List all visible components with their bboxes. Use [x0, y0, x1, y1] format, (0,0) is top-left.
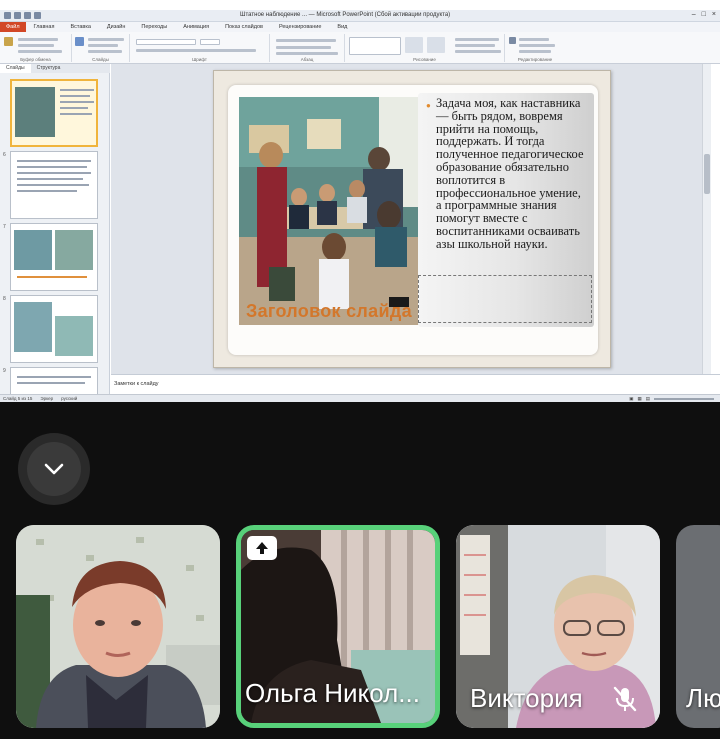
participant-tile[interactable] [16, 525, 220, 728]
screen-share-indicator [247, 536, 277, 560]
thumbnail-photo [14, 230, 52, 270]
ribbon-group-clipboard: Буфер обмена [0, 34, 72, 62]
participant-name: Лю [686, 683, 720, 713]
window-controls[interactable]: – □ × [692, 11, 716, 18]
notes-placeholder: Заметки к слайду [114, 381, 159, 387]
tab-view[interactable]: Вид [329, 24, 355, 30]
slide-thumbnail[interactable]: 7 [3, 223, 98, 291]
theme-name: Эркер [40, 396, 54, 401]
current-slide[interactable]: ● Задача моя, как наставника — быть рядо… [213, 70, 611, 368]
thumbnail-photo [14, 302, 52, 352]
ribbon-group-font: Шрифт [130, 34, 270, 62]
ribbon: Буфер обмена Слайды Шрифт Абзац Рисовани… [0, 32, 720, 64]
tab-slideshow[interactable]: Показ слайдов [217, 24, 271, 30]
slide-editing-area[interactable]: ● Задача моя, как наставника — быть рядо… [111, 64, 711, 374]
view-normal-icon[interactable]: ▣ [629, 396, 633, 402]
quick-styles-icon[interactable] [427, 37, 445, 53]
tab-design[interactable]: Дизайн [99, 24, 134, 30]
view-sorter-icon[interactable]: ▦ [637, 396, 641, 402]
new-slide-icon[interactable] [75, 37, 84, 46]
participant-name: Виктория [470, 683, 583, 713]
bullet-icon: ● [426, 101, 431, 110]
language-indicator[interactable]: русский [61, 396, 77, 401]
tab-insert[interactable]: Вставка [62, 24, 98, 30]
slide-thumbnail[interactable]: 6 [3, 151, 98, 219]
slide-thumbnail[interactable]: 8 [3, 295, 98, 363]
slide-thumbnail[interactable] [10, 79, 98, 147]
selection-outline [418, 275, 592, 323]
slide-content-frame: ● Задача моя, как наставника — быть рядо… [228, 85, 598, 355]
chevron-down-icon [44, 463, 64, 475]
notes-pane[interactable]: Заметки к слайду [111, 374, 720, 394]
mic-off-icon [613, 686, 637, 712]
minimize-icon[interactable]: – [692, 11, 696, 18]
tab-file[interactable]: Файл [0, 22, 26, 32]
thumbnail-photo [55, 230, 93, 270]
collapse-button[interactable] [18, 433, 90, 505]
tab-review[interactable]: Рецензирование [271, 24, 329, 30]
thumbnail-photo [15, 87, 55, 137]
ribbon-group-editing: Редактирование [505, 34, 565, 62]
tab-animation[interactable]: Анимация [175, 24, 217, 30]
quick-access-toolbar[interactable] [4, 12, 41, 19]
ribbon-group-drawing: Рисование [345, 34, 505, 62]
participant-video [16, 525, 220, 728]
ribbon-group-paragraph: Абзац [270, 34, 345, 62]
maximize-icon[interactable]: □ [702, 11, 706, 18]
status-bar: Слайд 5 из 15 Эркер русский ▣ ▦ ▤ [0, 394, 720, 402]
find-icon[interactable] [509, 37, 516, 44]
slide-thumbnail[interactable]: 9 [3, 367, 98, 394]
zoom-slider[interactable] [654, 398, 714, 400]
screen-share-view[interactable]: Штатное наблюдение ... — Microsoft Power… [0, 0, 720, 402]
panel-tabs: Слайды Структура [0, 64, 110, 73]
slide-title-placeholder[interactable]: Заголовок слайда [246, 301, 412, 322]
slide-counter: Слайд 5 из 15 [3, 396, 33, 401]
scrollbar-thumb[interactable] [704, 154, 710, 194]
participant-tile[interactable]: Виктория [456, 525, 660, 728]
vertical-scrollbar[interactable] [702, 64, 711, 374]
arrange-icon[interactable] [405, 37, 423, 53]
slide-body-text[interactable]: Задача моя, как наставника — быть рядом,… [436, 97, 586, 251]
tab-transitions[interactable]: Переходы [133, 24, 175, 30]
participant-name: Ольга Никол... [245, 678, 420, 708]
participant-tile-active-speaker[interactable]: Ольга Никол... [236, 525, 440, 728]
ribbon-group-slides: Слайды [72, 34, 130, 62]
participant-tile[interactable]: Лю [676, 525, 720, 728]
window-title: Штатное наблюдение ... — Microsoft Power… [240, 12, 451, 18]
arrow-up-icon [256, 542, 268, 554]
tab-outline[interactable]: Структура [31, 64, 67, 73]
tab-slides[interactable]: Слайды [0, 64, 31, 73]
close-icon[interactable]: × [712, 11, 716, 18]
tab-home[interactable]: Главная [26, 24, 63, 30]
slide-thumbnails[interactable]: 6 7 8 9 [0, 73, 110, 394]
ribbon-tabs: Файл Главная Вставка Дизайн Переходы Ани… [0, 22, 720, 32]
classroom-photo[interactable] [239, 97, 419, 325]
paste-icon[interactable] [4, 37, 13, 46]
view-reading-icon[interactable]: ▤ [646, 396, 650, 402]
window-titlebar: Штатное наблюдение ... — Microsoft Power… [0, 10, 720, 22]
thumbnail-photo [55, 316, 93, 356]
